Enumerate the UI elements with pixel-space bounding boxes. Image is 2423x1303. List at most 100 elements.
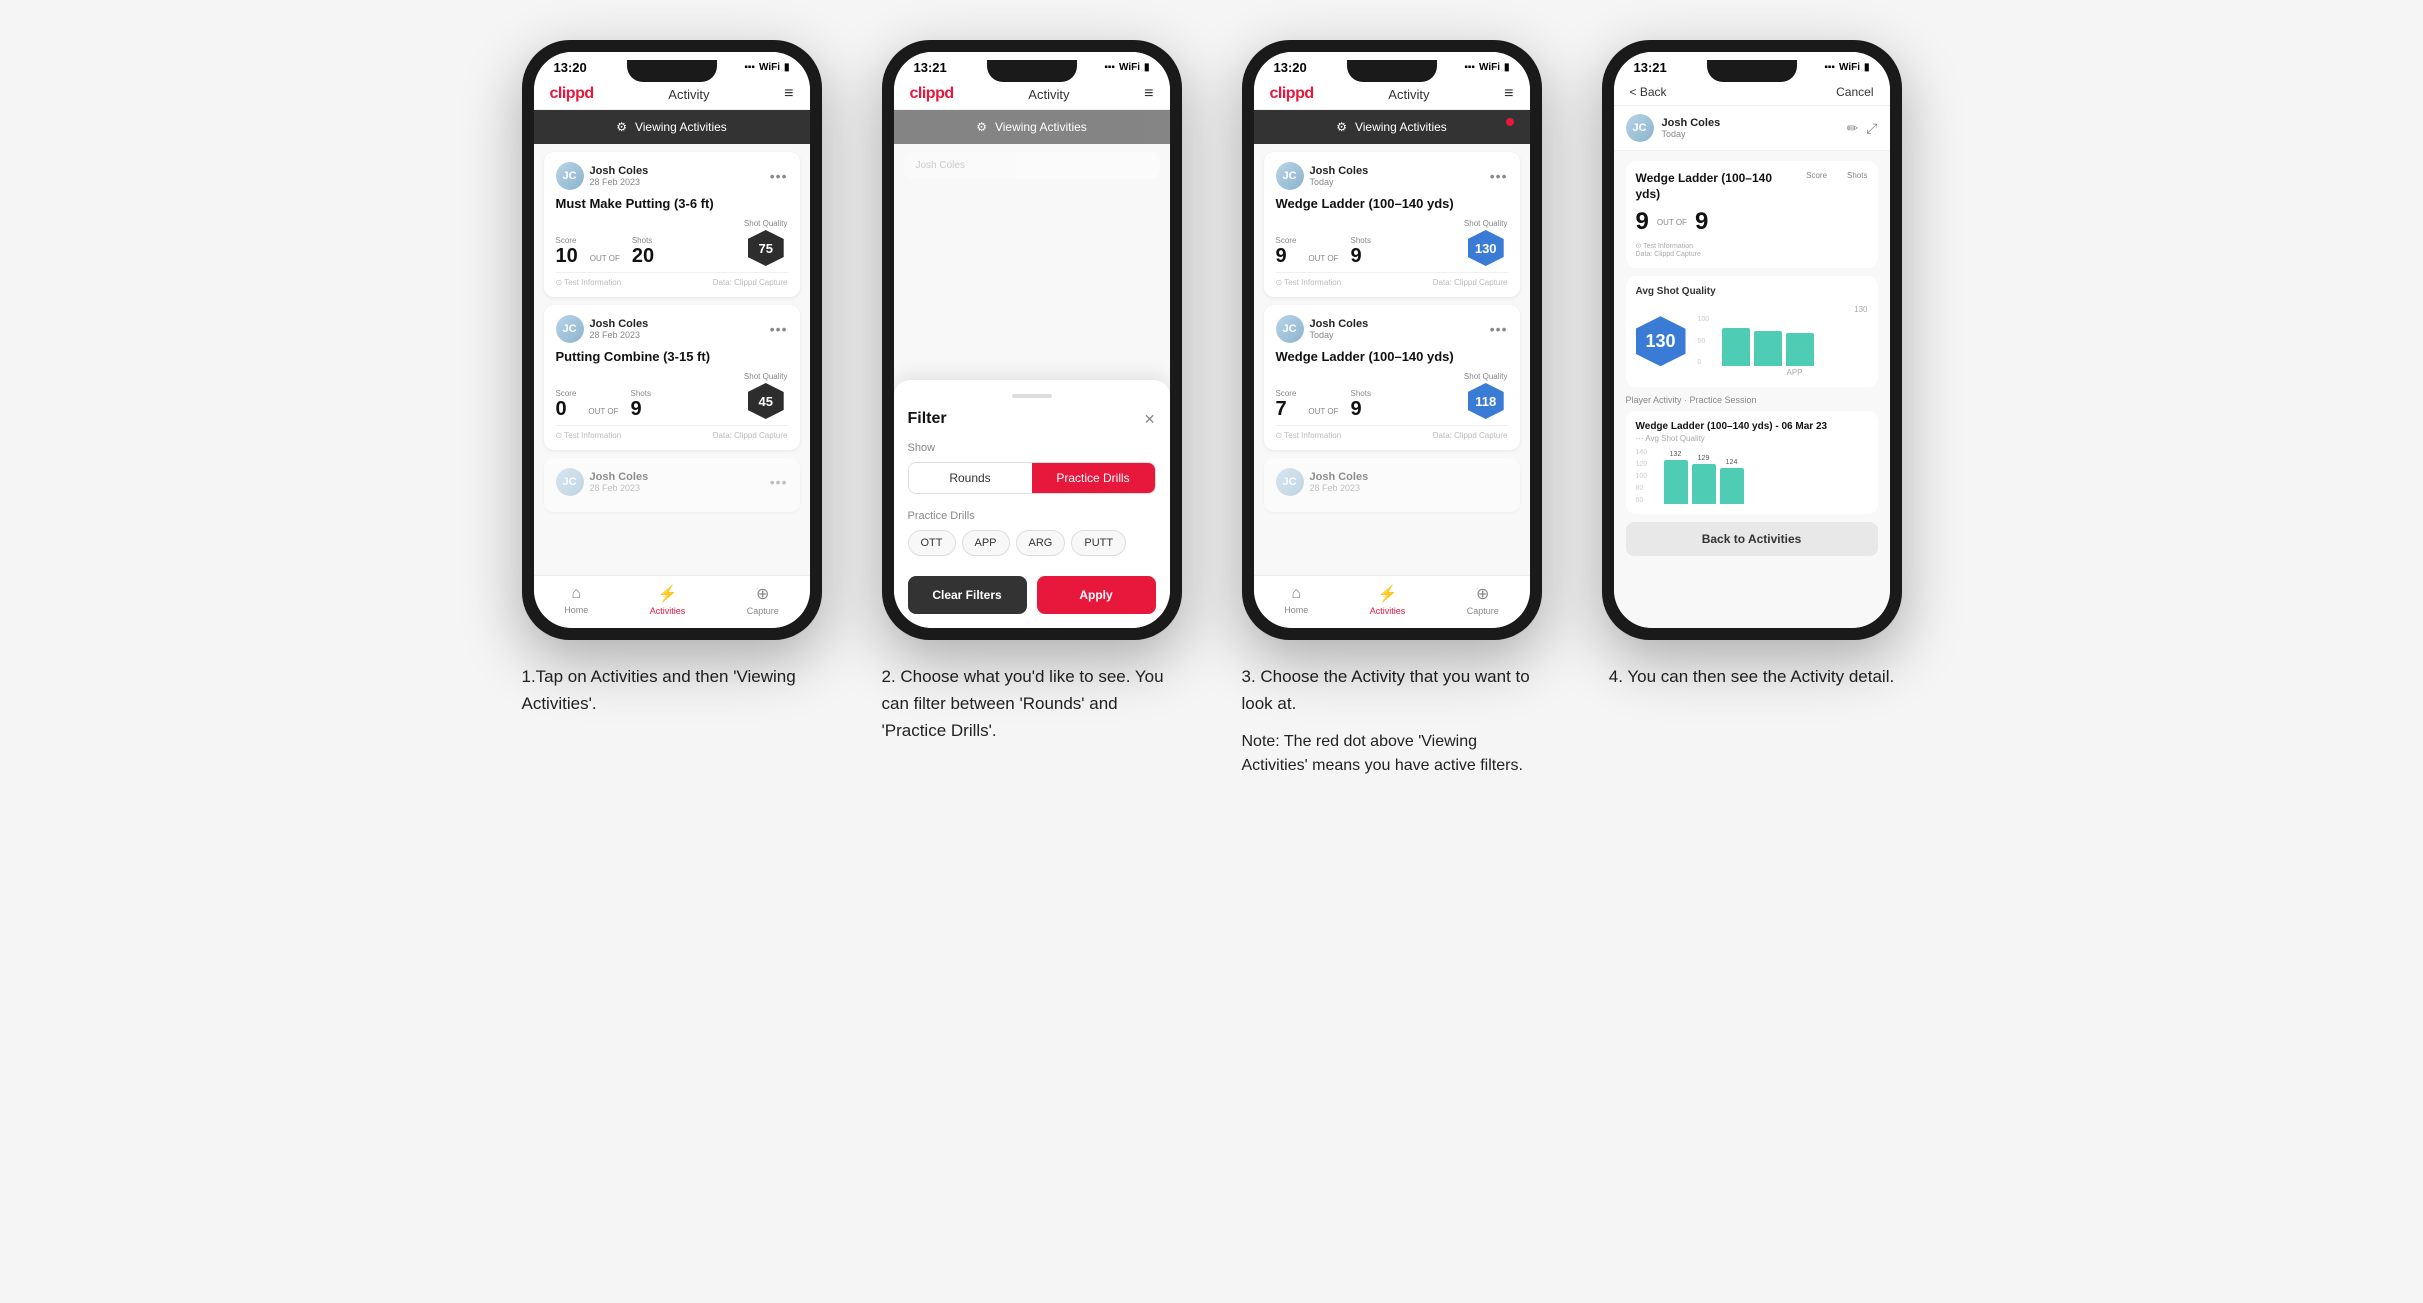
sq-label-3-2: Shot Quality: [1464, 372, 1508, 381]
phone-4-screen: 13:21 ▪▪▪ WiFi ▮ < Back Cancel: [1614, 52, 1890, 628]
tick-0: 0: [1698, 359, 1710, 366]
user-name-1: Josh Coles: [590, 165, 649, 177]
more-dots-3[interactable]: •••: [770, 474, 788, 490]
nav-home-label-3: Home: [1284, 605, 1308, 615]
filter-modal: Filter ✕ Show Rounds Practice Drills Pra…: [894, 380, 1170, 628]
nav-capture-3[interactable]: ⊕ Capture: [1467, 584, 1499, 616]
shots-block-2: Shots 9: [630, 389, 650, 419]
drill-pill-app[interactable]: APP: [962, 530, 1010, 556]
drill-pill-arg[interactable]: ARG: [1016, 530, 1066, 556]
score-val-3-2: 7: [1276, 399, 1297, 419]
score-number: 9: [1636, 208, 1649, 235]
activity-card-2[interactable]: JC Josh Coles 28 Feb 2023 ••• Putting Co…: [544, 305, 800, 450]
user-name-3-2: Josh Coles: [1310, 318, 1369, 330]
user-date-3-3: 28 Feb 2023: [1310, 483, 1369, 493]
user-name-date-2: Josh Coles 28 Feb 2023: [590, 318, 649, 340]
bar-val-2: 129: [1698, 455, 1710, 462]
logo-3: clippd: [1270, 85, 1314, 103]
outof-3-2: OUT OF: [1308, 407, 1338, 416]
detail-outof: OUT OF: [1657, 218, 1687, 227]
drill-bar-1: [1664, 460, 1688, 504]
hamburger-icon-1[interactable]: ≡: [784, 85, 793, 103]
detail-info2: Data: Clippd Capture: [1636, 251, 1868, 258]
cancel-button[interactable]: Cancel: [1836, 85, 1873, 99]
activity-card-1[interactable]: JC Josh Coles 28 Feb 2023 ••• Must Make …: [544, 152, 800, 297]
nav-home-1[interactable]: ⌂ Home: [564, 585, 588, 615]
shots-val-3-2: 9: [1350, 399, 1370, 419]
back-button[interactable]: < Back: [1630, 85, 1667, 99]
back-to-activities-button[interactable]: Back to Activities: [1626, 522, 1878, 556]
edit-icon[interactable]: ✏: [1847, 120, 1859, 137]
nav-activities-3[interactable]: ⚡ Activities: [1370, 584, 1406, 616]
card-info-right-1: Data: Clippd Capture: [713, 278, 788, 287]
avatar-img-3: JC: [556, 468, 584, 496]
drill-bar-3: [1720, 468, 1744, 504]
notch-1: [627, 60, 717, 82]
filter-tab-practice[interactable]: Practice Drills: [1032, 463, 1155, 493]
nav-capture-label-3: Capture: [1467, 606, 1499, 616]
wifi-icon: WiFi: [759, 62, 780, 73]
caption-4: 4. You can then see the Activity detail.: [1609, 664, 1894, 691]
detail-user-date: Today: [1662, 129, 1721, 139]
status-icons-1: ▪▪▪ WiFi ▮: [744, 62, 789, 73]
score-val-3-1: 9: [1276, 246, 1297, 266]
user-date-1: 28 Feb 2023: [590, 177, 649, 187]
viewing-banner-3[interactable]: ⚙ Viewing Activities: [1254, 110, 1530, 144]
bar-1: [1722, 328, 1750, 366]
user-name-3-3: Josh Coles: [1310, 471, 1369, 483]
score-block-2: Score 0: [556, 389, 577, 419]
modal-close-button[interactable]: ✕: [1144, 411, 1156, 428]
app-header-1: clippd Activity ≡: [534, 79, 810, 110]
activity-card-3-1[interactable]: JC Josh Coles Today ••• Wedge Ladder (10…: [1264, 152, 1520, 297]
card-info-left-1: ⊙ Test Information: [556, 278, 622, 287]
sq-label-3-1: Shot Quality: [1464, 219, 1508, 228]
filter-tabs: Rounds Practice Drills: [908, 462, 1156, 494]
drill-tick-120: 120: [1636, 461, 1648, 468]
sq-label-1: Shot Quality: [744, 219, 788, 228]
filter-tab-rounds[interactable]: Rounds: [909, 463, 1032, 493]
drill-y-axis: 140 120 100 80 60: [1636, 449, 1648, 504]
notch-3: [1347, 60, 1437, 82]
status-time-2: 13:21: [914, 60, 947, 75]
score-block-3-1: Score 9: [1276, 236, 1297, 266]
more-dots-3-1[interactable]: •••: [1490, 168, 1508, 184]
status-time-3: 13:20: [1274, 60, 1307, 75]
drill-bar-group-3: 124: [1720, 459, 1744, 504]
drill-tick-60: 60: [1636, 497, 1648, 504]
sq-badge-2: 45: [748, 383, 784, 419]
user-info-2: JC Josh Coles 28 Feb 2023: [556, 315, 649, 343]
score-label-3-1: Score: [1276, 236, 1297, 245]
phone-1-frame: 13:20 ▪▪▪ WiFi ▮ clippd Activity ≡ ⚙ V: [522, 40, 822, 640]
y-axis: 100 50 0: [1698, 316, 1710, 366]
drill-bar-group-2: 129: [1692, 455, 1716, 504]
shots-block-3-2: Shots 9: [1350, 389, 1370, 419]
hamburger-icon-2[interactable]: ≡: [1144, 85, 1153, 103]
chart-x-label: APP: [1698, 368, 1868, 377]
drill-pill-putt[interactable]: PUTT: [1071, 530, 1126, 556]
apply-button[interactable]: Apply: [1037, 576, 1156, 614]
more-dots-3-2[interactable]: •••: [1490, 321, 1508, 337]
avatar-3-1: JC: [1276, 162, 1304, 190]
user-name-3: Josh Coles: [590, 471, 649, 483]
nav-home-3[interactable]: ⌂ Home: [1284, 585, 1308, 615]
viewing-banner-1[interactable]: ⚙ Viewing Activities: [534, 110, 810, 144]
status-icons-2: ▪▪▪ WiFi ▮: [1104, 62, 1149, 73]
hamburger-icon-3[interactable]: ≡: [1504, 85, 1513, 103]
outof-2: OUT OF: [588, 407, 618, 416]
show-label: Show: [908, 442, 1156, 454]
expand-icon[interactable]: ⤢: [1866, 120, 1877, 137]
nav-capture-1[interactable]: ⊕ Capture: [747, 584, 779, 616]
shots-number: 9: [1695, 208, 1708, 235]
app-header-2: clippd Activity ≡: [894, 79, 1170, 110]
more-dots-2[interactable]: •••: [770, 321, 788, 337]
activity-card-3-2[interactable]: JC Josh Coles Today ••• Wedge Ladder (10…: [1264, 305, 1520, 450]
drill-pill-ott[interactable]: OTT: [908, 530, 956, 556]
logo-2: clippd: [910, 85, 954, 103]
nav-activities-1[interactable]: ⚡ Activities: [650, 584, 686, 616]
clear-filters-button[interactable]: Clear Filters: [908, 576, 1027, 614]
header-title-1: Activity: [668, 87, 709, 102]
caption-2: 2. Choose what you'd like to see. You ca…: [882, 664, 1182, 744]
banner-text-1: Viewing Activities: [635, 120, 727, 134]
quality-chart: 130 100 50 0: [1698, 305, 1868, 377]
more-dots-1[interactable]: •••: [770, 168, 788, 184]
